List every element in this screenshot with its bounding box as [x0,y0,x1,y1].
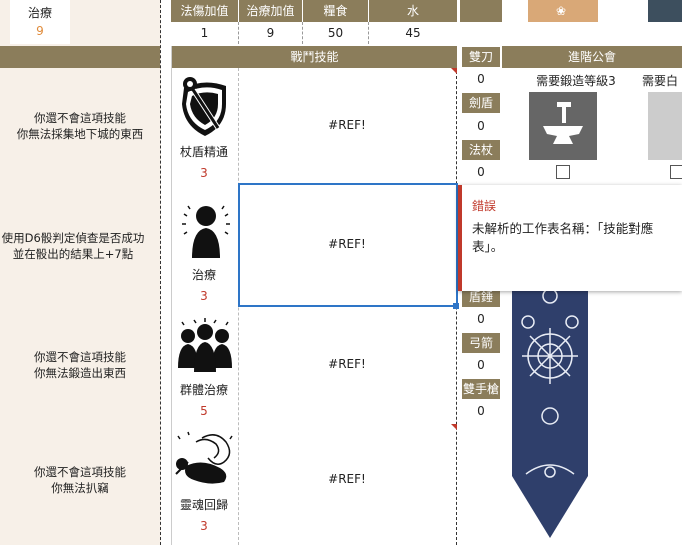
skill-level-4[interactable]: 3 [171,519,237,533]
weapon-tag-dual-blade: 雙刀 [462,47,500,67]
weapon-value-sword-shield[interactable]: 0 [460,115,502,137]
guild-banner [512,276,588,538]
stat-value-magic[interactable]: 1 [171,22,239,44]
skill-name-3: 群體治療 [179,383,228,397]
weapon-value-staff[interactable]: 0 [460,161,502,183]
combat-skills-header: 戰鬥技能 [172,46,457,68]
stat-header-magic: 法傷加值 [171,0,239,22]
guild-header: 進階公會 [502,46,682,68]
heal-person-icon [176,200,236,264]
anvil-icon [529,92,597,160]
comment-marker [451,68,457,74]
weapon-value-shield-hammer[interactable]: 0 [460,308,502,330]
skill-name-2: 治療 [191,268,216,282]
weapon-value-bow[interactable]: 0 [460,354,502,376]
stat-value-water[interactable]: 45 [369,22,457,44]
guild-emblem-top-2 [648,0,682,22]
guild-checkbox-1[interactable] [556,165,570,179]
weapon-value-dual-blade[interactable]: 0 [460,68,502,90]
guild-req-2: 需要白 [642,74,679,88]
fill-handle[interactable] [453,303,459,309]
skill-level-2[interactable]: 3 [171,289,237,303]
skill-level-1[interactable]: 3 [171,166,237,180]
left-header-bar [0,46,160,68]
skill-ref-2[interactable]: #REF! [238,237,456,251]
skill-ref-4[interactable]: #REF! [238,472,456,486]
stat-header-food: 糧食 [303,0,369,22]
heal-stat-value: 9 [36,24,44,38]
soul-return-icon [172,428,238,490]
stats-header-row: 法傷加值 治療加值 糧食 水 [171,0,457,22]
weapons-top-bar [460,0,502,22]
weapon-value-two-hand-spear[interactable]: 0 [460,400,502,422]
error-tooltip: 錯誤 未解析的工作表名稱：「技能對應 表」。 [458,185,682,291]
skill-description-2: 使用D6骰判定偵查是否成功 並在骰出的結果上+7點 [1,231,145,261]
guild-req-1: 需要鍛造等級3 [536,74,616,88]
weapon-tag-staff: 法杖 [462,140,500,160]
stat-header-heal: 治療加值 [239,0,303,22]
skill-ref-1[interactable]: #REF! [238,118,456,132]
tooltip-title: 錯誤 [472,199,497,213]
skill-name-4: 靈魂回歸 [179,498,228,512]
stat-header-water: 水 [369,0,457,22]
guild-emblem-top: ❀ [528,0,598,22]
stat-value-heal[interactable]: 9 [239,22,303,44]
stats-values-row: 1 9 50 45 [171,22,457,44]
guild-icon-2 [648,92,682,160]
weapon-tag-bow: 弓箭 [462,333,500,353]
tooltip-body: 未解析的工作表名稱：「技能對應 表」。 [472,221,654,254]
skill-description-3: 你還不會這項技能 你無法鍛造出東西 [34,350,126,380]
weapon-tag-two-hand-spear: 雙手槍 [462,379,500,399]
weapon-tag-sword-shield: 劍盾 [462,93,500,113]
heal-stat-box: 治療 9 [10,0,70,44]
stat-value-food[interactable]: 50 [303,22,369,44]
left-description-column: 治療 9 你還不會這項技能 你無法採集地下城的東西 使用D6骰判定偵查是否成功 並在… [0,0,161,545]
skill-description-1: 你還不會這項技能 你無法採集地下城的東西 [16,111,144,141]
staff-shield-icon [174,74,234,138]
skill-name-1: 杖盾精通 [179,145,228,159]
skill-description-4: 你還不會這項技能 你無法扒竊 [34,465,126,495]
guild-checkbox-2[interactable] [670,165,682,179]
skill-level-3[interactable]: 5 [171,404,237,418]
heal-stat-label: 治療 [27,6,52,20]
group-heal-icon [174,316,236,376]
skill-ref-3[interactable]: #REF! [238,357,456,371]
comment-marker-2 [451,424,457,430]
